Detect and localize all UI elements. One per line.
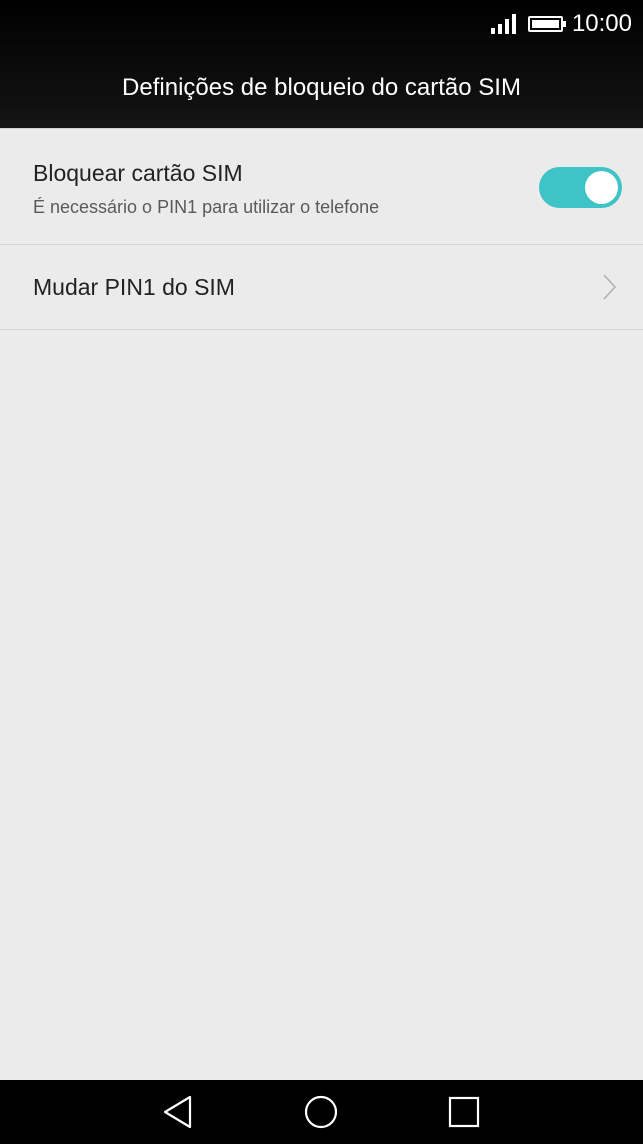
- navigation-bar: [0, 1080, 643, 1144]
- home-icon[interactable]: [303, 1094, 339, 1130]
- change-pin-setting[interactable]: Mudar PIN1 do SIM: [0, 245, 643, 330]
- change-pin-title: Mudar PIN1 do SIM: [33, 274, 235, 300]
- recent-apps-icon[interactable]: [446, 1094, 482, 1130]
- app-header: 10:00 Definições de bloqueio do cartão S…: [0, 0, 643, 129]
- lock-sim-toggle[interactable]: [539, 167, 622, 208]
- toggle-knob: [585, 171, 618, 204]
- chevron-right-icon: [603, 274, 616, 300]
- lock-sim-title: Bloquear cartão SIM: [33, 160, 243, 186]
- back-icon[interactable]: [160, 1094, 196, 1130]
- lock-sim-setting[interactable]: Bloquear cartão SIM É necessário o PIN1 …: [0, 130, 643, 245]
- battery-icon: [527, 16, 566, 32]
- screen: 10:00 Definições de bloqueio do cartão S…: [0, 0, 643, 1144]
- page-title: Definições de bloqueio do cartão SIM: [122, 74, 521, 101]
- status-bar: 10:00: [490, 0, 643, 48]
- lock-sim-subtitle: É necessário o PIN1 para utilizar o tele…: [33, 197, 380, 217]
- signal-icon: [490, 14, 516, 34]
- clock: 10:00: [571, 10, 632, 37]
